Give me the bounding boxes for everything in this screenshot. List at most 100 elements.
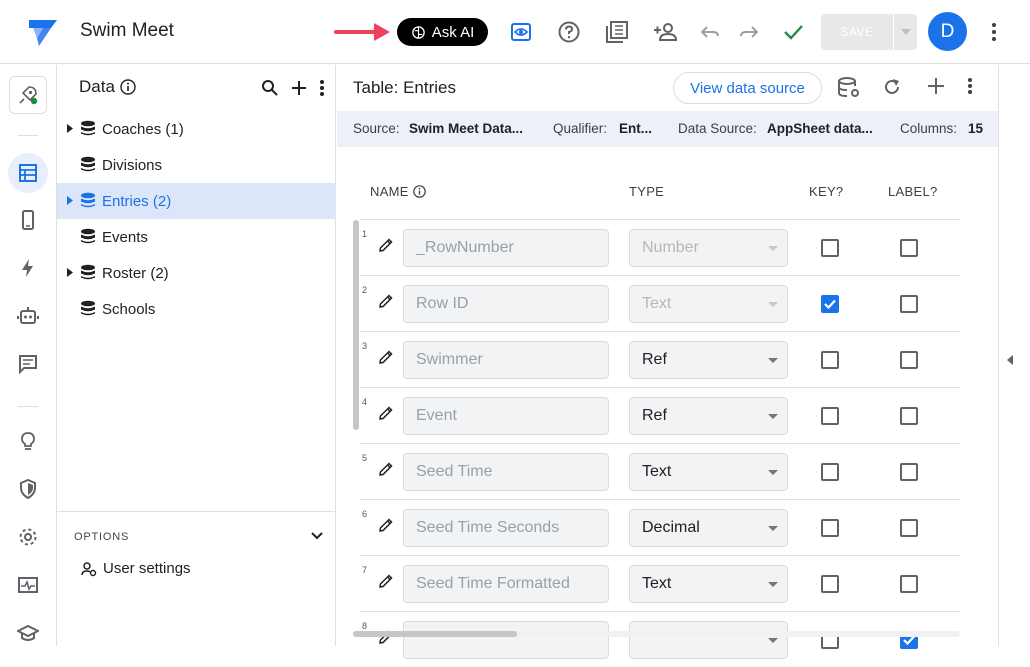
avatar[interactable]: D (928, 12, 967, 51)
views-icon[interactable] (8, 200, 48, 240)
key-checkbox[interactable] (821, 575, 839, 593)
table-item[interactable]: Divisions (57, 147, 336, 183)
key-checkbox[interactable] (821, 407, 839, 425)
label-checkbox[interactable] (900, 295, 918, 313)
intelligence-icon[interactable] (8, 421, 48, 461)
table-item-label: Roster (2) (102, 265, 169, 282)
label-checkbox[interactable] (900, 519, 918, 537)
monitor-icon[interactable] (8, 565, 48, 605)
view-data-source-button[interactable]: View data source (673, 72, 822, 104)
name-column-header: NAME (370, 184, 426, 199)
table-row: 3 Swimmer Ref (360, 331, 960, 387)
table-row: 4 Event Ref (360, 387, 960, 443)
pencil-icon[interactable] (379, 238, 393, 252)
column-type-select[interactable]: Ref (629, 397, 788, 435)
column-name-input[interactable]: Seed Time (403, 453, 609, 491)
database-icon (80, 156, 96, 173)
ask-ai-label: Ask AI (431, 23, 475, 41)
column-type-select[interactable]: Text (629, 285, 788, 323)
label-checkbox[interactable] (900, 407, 918, 425)
label-checkbox[interactable] (900, 463, 918, 481)
database-settings-icon[interactable] (837, 76, 861, 100)
label-checkbox[interactable] (900, 239, 918, 257)
learn-icon[interactable] (8, 613, 48, 653)
table-item[interactable]: Roster (2) (57, 255, 336, 291)
label-column-header: LABEL? (888, 184, 938, 199)
row-number: 6 (362, 509, 368, 519)
preview-icon[interactable] (509, 20, 533, 44)
caret-right-icon[interactable] (67, 268, 73, 277)
key-checkbox[interactable] (821, 239, 839, 257)
vertical-scrollbar[interactable] (353, 220, 359, 430)
more-icon[interactable] (982, 20, 1006, 44)
column-name-input[interactable]: Seed Time Formatted (403, 565, 609, 603)
column-type-select[interactable]: Number (629, 229, 788, 267)
automation-icon[interactable] (8, 296, 48, 336)
share-user-icon[interactable] (653, 20, 679, 44)
horizontal-scrollbar[interactable] (353, 631, 517, 637)
key-checkbox[interactable] (821, 351, 839, 369)
caret-right-icon[interactable] (67, 124, 73, 133)
launch-icon[interactable] (9, 76, 47, 114)
pencil-icon[interactable] (379, 574, 393, 588)
more-icon[interactable] (319, 79, 325, 97)
column-name-input[interactable]: Event (403, 397, 609, 435)
key-checkbox[interactable] (821, 463, 839, 481)
collapse-arrow-icon[interactable] (1006, 355, 1014, 365)
save-button[interactable]: SAVE (821, 14, 917, 50)
ask-ai-button[interactable]: Ask AI (397, 18, 488, 46)
chevron-down-icon[interactable] (310, 529, 324, 543)
pencil-icon[interactable] (379, 462, 393, 476)
pencil-icon[interactable] (379, 518, 393, 532)
security-icon[interactable] (8, 469, 48, 509)
search-icon[interactable] (261, 79, 279, 97)
pencil-icon[interactable] (379, 294, 393, 308)
pencil-icon[interactable] (379, 406, 393, 420)
chat-icon[interactable] (8, 344, 48, 384)
user-settings-icon (81, 561, 97, 577)
more-icon[interactable] (967, 77, 973, 95)
table-item[interactable]: Schools (57, 291, 336, 327)
help-icon[interactable] (557, 20, 581, 44)
label-checkbox[interactable] (900, 575, 918, 593)
database-icon (80, 228, 96, 245)
add-table-icon[interactable] (291, 80, 307, 96)
table-item[interactable]: Coaches (1) (57, 111, 336, 147)
appsheet-logo-icon[interactable] (27, 16, 59, 48)
column-name-input[interactable]: Row ID (403, 285, 609, 323)
key-checkbox[interactable] (821, 295, 839, 313)
column-name-input[interactable] (403, 621, 609, 659)
actions-icon[interactable] (8, 248, 48, 288)
caret-right-icon[interactable] (67, 196, 73, 205)
refresh-icon[interactable] (882, 77, 902, 97)
column-type-select[interactable]: Decimal (629, 509, 788, 547)
column-type-select[interactable] (629, 621, 788, 659)
data-icon[interactable] (8, 153, 48, 193)
info-icon[interactable] (120, 79, 136, 95)
table-row: 5 Seed Time Text (360, 443, 960, 499)
user-settings-item[interactable]: User settings (81, 560, 191, 577)
table-item[interactable]: Entries (2) (57, 183, 336, 219)
redo-icon[interactable] (737, 20, 761, 44)
column-type-select[interactable]: Ref (629, 341, 788, 379)
check-icon[interactable] (781, 20, 805, 44)
column-name-input[interactable]: Seed Time Seconds (403, 509, 609, 547)
add-column-icon[interactable] (927, 77, 945, 95)
page-title: Table: Entries (353, 78, 456, 97)
data-panel: Data Coaches (1) Divisions Entries (2) Even… (57, 65, 336, 646)
column-name-input[interactable]: _RowNumber (403, 229, 609, 267)
column-type-select[interactable]: Text (629, 565, 788, 603)
table-item[interactable]: Events (57, 219, 336, 255)
pencil-icon[interactable] (379, 350, 393, 364)
key-checkbox[interactable] (821, 519, 839, 537)
arrow-pointer-icon (334, 22, 392, 42)
column-type-select[interactable]: Text (629, 453, 788, 491)
save-dropdown-icon[interactable] (893, 14, 917, 50)
table-item-label: Coaches (1) (102, 121, 184, 138)
settings-icon[interactable] (8, 517, 48, 557)
label-checkbox[interactable] (900, 351, 918, 369)
undo-icon[interactable] (698, 20, 722, 44)
info-icon[interactable] (412, 185, 426, 198)
gallery-icon[interactable] (605, 20, 629, 44)
column-name-input[interactable]: Swimmer (403, 341, 609, 379)
